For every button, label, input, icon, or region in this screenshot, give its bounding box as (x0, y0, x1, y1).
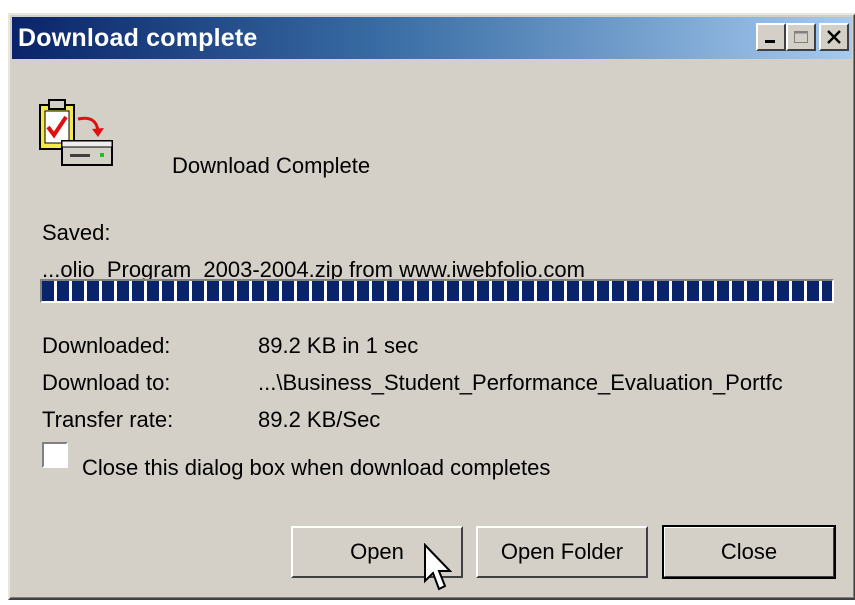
download-complete-dialog: Download complete Download Complete Save… (8, 13, 855, 600)
title-bar[interactable]: Download complete (12, 17, 852, 59)
mouse-pointer-icon (424, 543, 453, 591)
open-folder-button[interactable]: Open Folder (476, 526, 648, 578)
progress-fill (42, 281, 832, 301)
minimize-button[interactable] (756, 23, 786, 51)
maximize-button[interactable] (786, 23, 816, 51)
window-title: Download complete (18, 24, 258, 52)
downloaded-label: Downloaded: (42, 333, 171, 358)
download-to-value: ...\Business_Student_Performance_Evaluat… (258, 370, 783, 395)
close-icon (827, 30, 841, 44)
close-on-complete-label[interactable]: Close this dialog box when download comp… (82, 455, 550, 481)
dialog-heading: Download Complete (172, 153, 371, 178)
close-on-complete-checkbox[interactable] (42, 442, 68, 468)
transfer-rate-value: 89.2 KB/Sec (258, 407, 381, 432)
close-button[interactable]: Close (662, 525, 836, 579)
saved-label: Saved: (42, 220, 111, 245)
minimize-icon (765, 40, 775, 43)
transfer-rate-label: Transfer rate: (42, 407, 174, 432)
close-button-titlebar[interactable] (819, 23, 849, 51)
download-progress-bar (40, 279, 834, 303)
download-clipboard-icon (34, 97, 120, 173)
download-to-label: Download to: (42, 370, 171, 395)
downloaded-value: 89.2 KB in 1 sec (258, 333, 419, 358)
maximize-icon (794, 31, 808, 43)
